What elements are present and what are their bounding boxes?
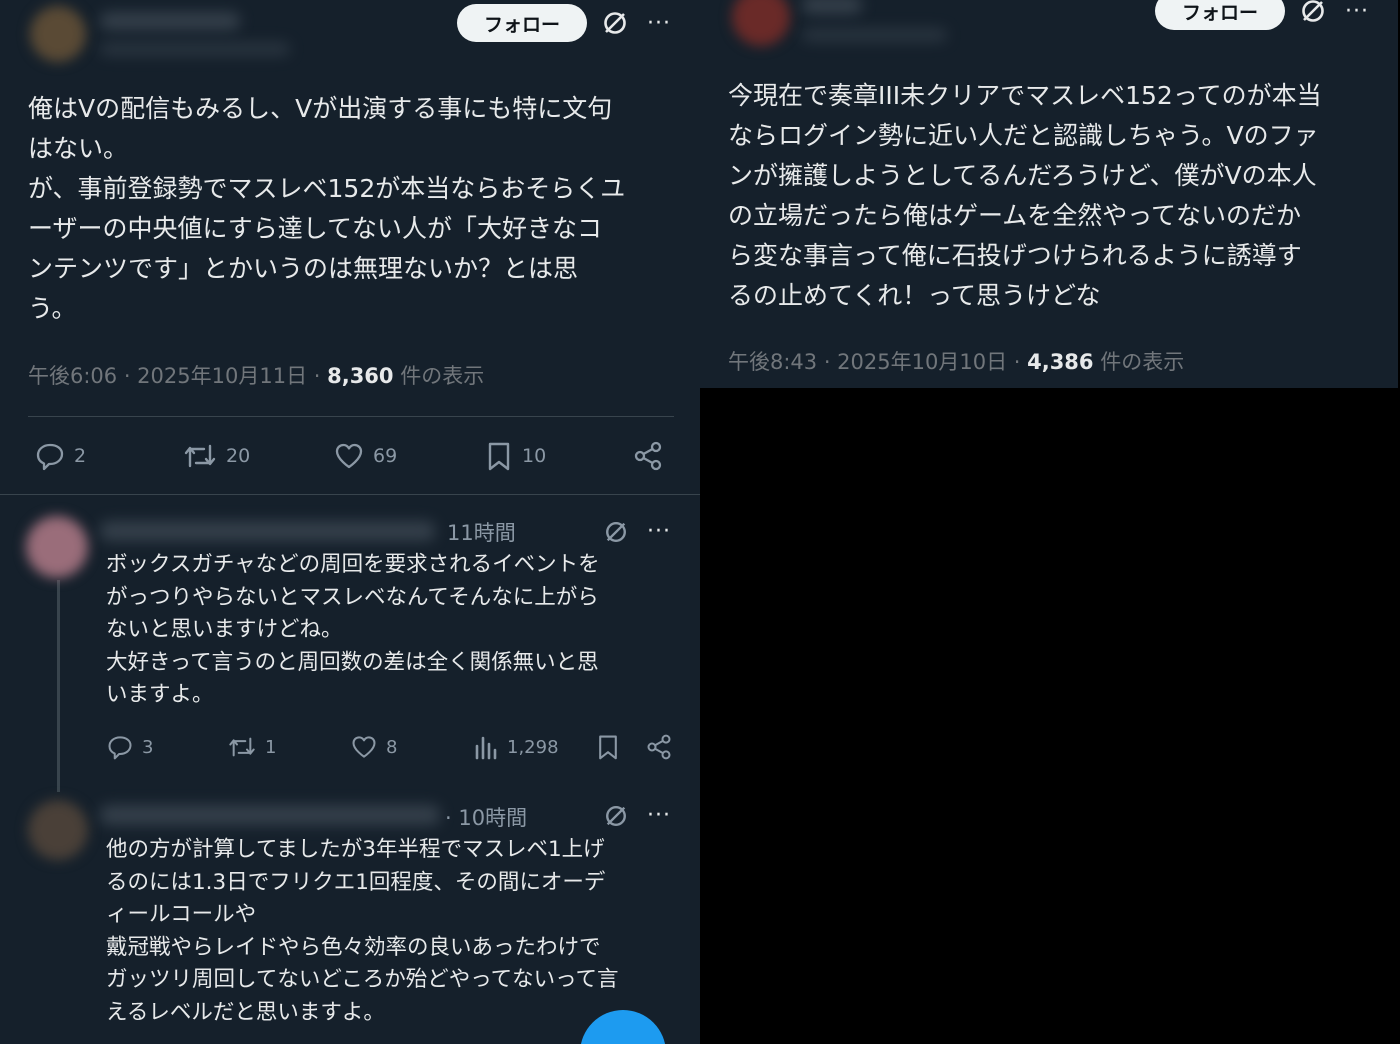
like-action[interactable]: 69	[333, 440, 397, 472]
follow-button[interactable]: フォロー	[1155, 0, 1285, 30]
retweet-count: 20	[226, 445, 251, 467]
reply-time[interactable]: 11時間	[447, 517, 516, 547]
reply-icon	[108, 736, 132, 760]
like-icon	[352, 736, 376, 758]
author-avatar[interactable]	[732, 0, 790, 46]
follow-button[interactable]: フォロー	[457, 4, 587, 42]
timestamp[interactable]: 午後8:43 · 2025年10月10日 ·	[728, 350, 1027, 374]
retweet-action[interactable]: 1	[227, 733, 276, 761]
reply-avatar[interactable]	[28, 800, 88, 860]
views-label: 件の表示	[1093, 350, 1185, 374]
like-icon	[335, 443, 363, 469]
retweet-action[interactable]: 20	[182, 440, 250, 472]
views-icon	[475, 736, 497, 760]
tweet-meta: 午後6:06 · 2025年10月11日 · 8,360 件の表示	[28, 360, 484, 390]
bookmark-count: 10	[522, 445, 547, 467]
reply-avatar[interactable]	[26, 516, 88, 578]
reply-time[interactable]: · 10時間	[445, 802, 527, 832]
reply-action[interactable]: 3	[106, 733, 153, 761]
bookmark-action[interactable]: 10	[484, 440, 546, 472]
views-label: 件の表示	[393, 364, 485, 388]
more-icon[interactable]: ···	[1340, 0, 1374, 26]
views-count: 8,360	[327, 364, 394, 388]
reply-count: 3	[142, 736, 154, 758]
thread-line	[57, 580, 60, 792]
retweet-icon	[184, 444, 216, 468]
author-handle-blurred	[100, 42, 290, 56]
like-count: 8	[386, 736, 398, 758]
reply-text: ボックスガチャなどの周回を要求されるイベントを がっつりやらないとマスレベなんて…	[106, 552, 600, 707]
reply-author-blurred[interactable]	[100, 521, 435, 541]
more-icon[interactable]: ···	[642, 516, 676, 546]
retweet-icon	[229, 737, 255, 757]
grok-icon[interactable]	[602, 802, 630, 830]
reply-author-blurred[interactable]	[100, 805, 440, 825]
like-action[interactable]: 8	[350, 733, 397, 761]
bookmark-action[interactable]	[595, 733, 621, 761]
grok-icon[interactable]	[600, 8, 630, 38]
author-handle-blurred	[802, 28, 947, 42]
retweet-count: 1	[265, 736, 277, 758]
share-action[interactable]	[645, 733, 673, 761]
bookmark-icon	[488, 442, 510, 471]
views-action[interactable]: 1,298	[473, 733, 559, 761]
grok-icon[interactable]	[1298, 0, 1328, 26]
author-name-blurred[interactable]	[100, 12, 240, 30]
more-icon[interactable]: ···	[642, 8, 676, 38]
views-count: 4,386	[1027, 350, 1094, 374]
share-action[interactable]	[632, 440, 664, 472]
more-icon[interactable]: ···	[642, 800, 676, 830]
left-screenshot-panel: フォロー ··· 俺はVの配信もみるし、Vが出演する事にも特に文句 はない。 が…	[0, 0, 700, 1044]
reply-action[interactable]: 2	[34, 440, 86, 472]
tweet-text: 今現在で奏章III未クリアでマスレベ152ってのが本当 ならログイン勢に近い人だ…	[728, 81, 1322, 310]
author-name-blurred[interactable]	[802, 0, 862, 14]
view-count: 1,298	[507, 736, 559, 758]
tweet-meta: 午後8:43 · 2025年10月10日 · 4,386 件の表示	[728, 346, 1184, 376]
like-count: 69	[373, 445, 398, 467]
author-avatar[interactable]	[30, 6, 86, 62]
reply-text: 他の方が計算してましたが3年半程でマスレベ1上げ るのには1.3日でフリクエ1回…	[106, 837, 619, 1025]
reply-count: 2	[74, 445, 87, 467]
divider	[0, 494, 700, 495]
timestamp[interactable]: 午後6:06 · 2025年10月11日 ·	[28, 364, 327, 388]
reply-icon	[36, 443, 64, 471]
share-icon	[647, 734, 671, 760]
tweet-text: 俺はVの配信もみるし、Vが出演する事にも特に文句 はない。 が、事前登録勢でマス…	[28, 94, 626, 323]
right-screenshot-panel: フォロー ··· 今現在で奏章III未クリアでマスレベ152ってのが本当 ならロ…	[700, 0, 1398, 388]
bookmark-icon	[599, 735, 617, 760]
grok-icon[interactable]	[602, 518, 630, 546]
share-icon	[634, 441, 662, 471]
divider	[28, 416, 674, 417]
